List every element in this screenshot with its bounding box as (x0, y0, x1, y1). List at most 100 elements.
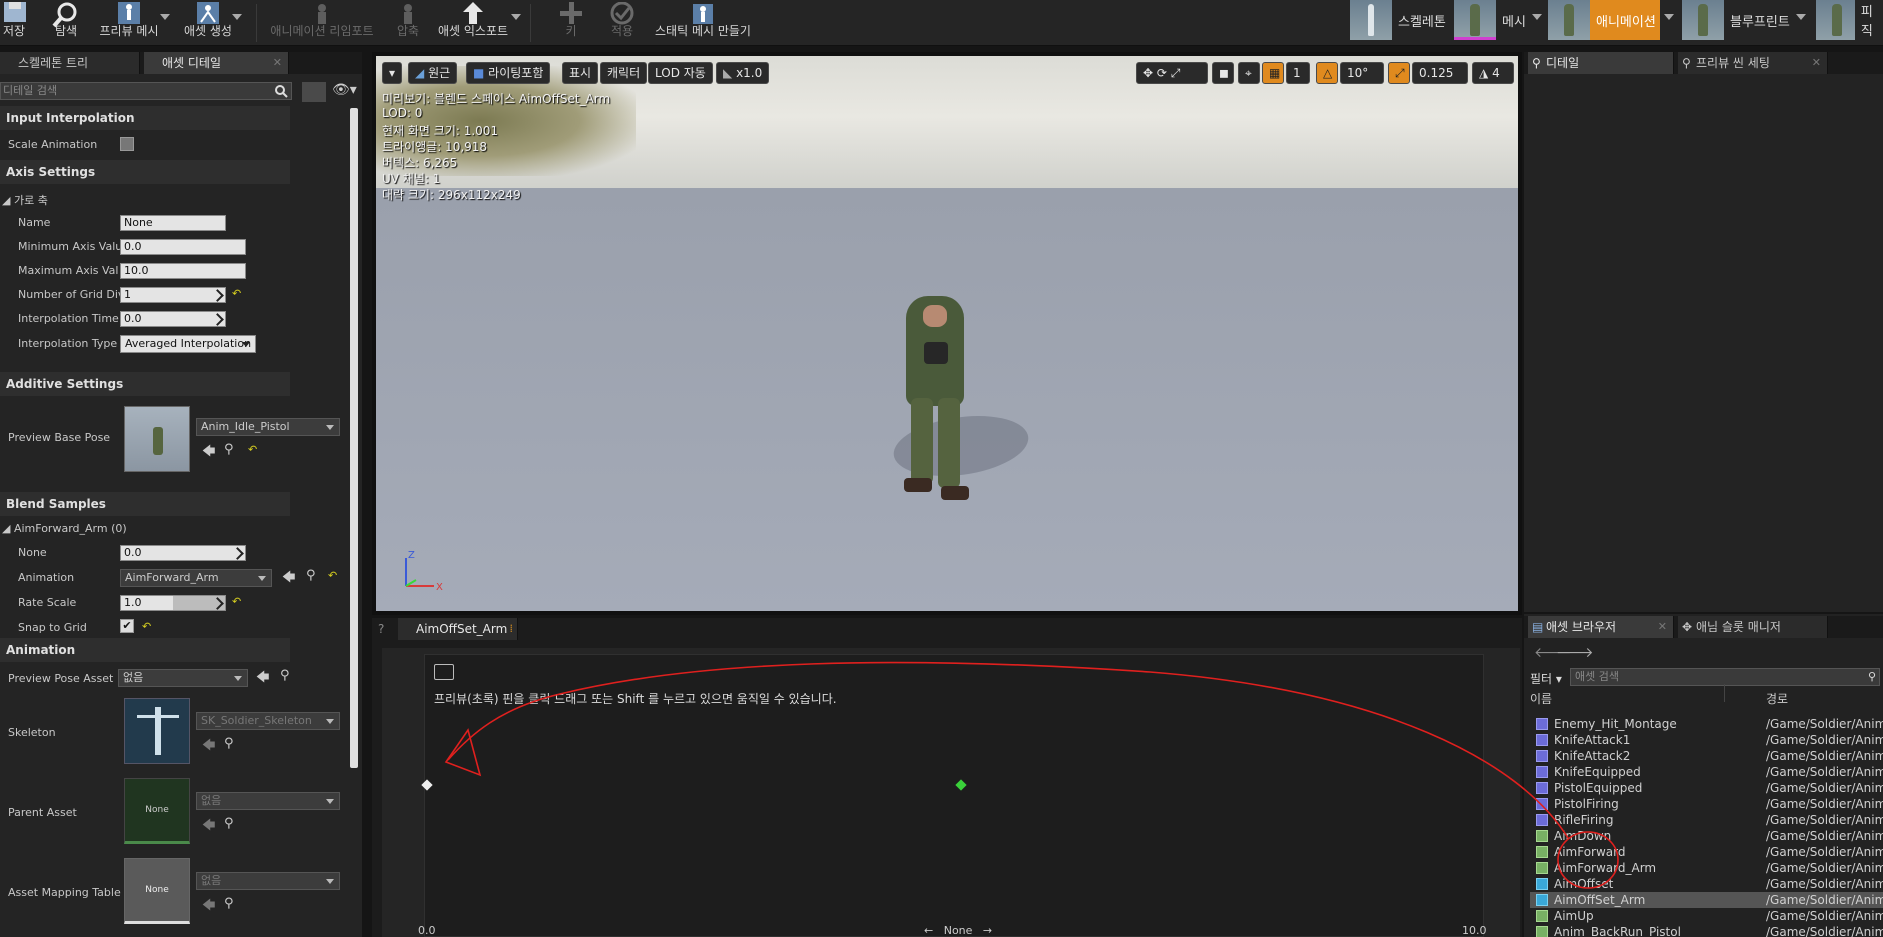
grid-snap-icon[interactable]: ▦ (1262, 62, 1284, 84)
base-pose-thumbnail[interactable] (124, 406, 190, 472)
mode-mesh-button[interactable]: 메시 (1454, 0, 1544, 40)
details-search-input[interactable]: 디테일 검색 (0, 82, 292, 100)
camera-speed-button[interactable]: ◮ 4 (1472, 62, 1514, 84)
compress-button[interactable]: 압축 (388, 0, 428, 46)
use-selected-arrow-icon[interactable]: 🡄 (202, 816, 215, 838)
lighting-mode-button[interactable]: ■ 라이팅포함 (466, 62, 551, 84)
filter-dropdown[interactable]: 필터 ▾ (1530, 670, 1562, 687)
tab-aimoffset-arm[interactable]: AimOffSet_Arm ⁞ (398, 618, 518, 640)
scale-snap-value[interactable]: 0.125 (1412, 62, 1468, 84)
use-selected-arrow-icon[interactable]: 🡄 (202, 736, 215, 758)
browse-asset-icon[interactable]: ⚲ (224, 736, 234, 751)
eye-visibility-icon[interactable]: 👁▾ (332, 82, 357, 98)
playback-speed-button[interactable]: ◣ x1.0 (716, 62, 770, 84)
viewport[interactable]: ▾ ◢ 원근 ■ 라이팅포함 표시 캐릭터 LOD 자동 ◣ x1.0 ✥ ⟳ … (376, 56, 1518, 611)
list-item[interactable]: Anim_BackRun_Pistol/Game/Soldier/Anima (1530, 924, 1883, 937)
parent-asset-dropdown[interactable]: 없음 (196, 792, 340, 810)
perspective-button[interactable]: ◢ 원근 (408, 62, 458, 84)
list-item[interactable]: AimForward/Game/Soldier/Anima (1530, 844, 1883, 860)
reset-default-icon[interactable]: ↶ (232, 288, 241, 299)
tab-anim-slot-manager[interactable]: ✥ 애님 슬롯 매니저 (1678, 616, 1828, 638)
tab-skeleton-tree[interactable]: 스켈레톤 트리 (0, 52, 140, 74)
list-item[interactable]: AimDown/Game/Soldier/Anima (1530, 828, 1883, 844)
snap-to-grid-checkbox[interactable]: ✔ (120, 619, 134, 633)
section-animation[interactable]: Animation (0, 638, 290, 662)
use-selected-arrow-icon[interactable]: 🡄 (282, 568, 295, 590)
export-asset-button[interactable]: 애셋 익스포트 (436, 0, 510, 46)
column-name-header[interactable]: 이름 (1530, 690, 1552, 707)
create-asset-button[interactable]: 애셋 생성 (180, 0, 236, 46)
reimport-button[interactable]: 애니메이션 리임포트 (270, 0, 374, 46)
help-icon[interactable]: ? (378, 622, 384, 636)
section-axis-settings[interactable]: Axis Settings (0, 160, 290, 184)
list-item[interactable]: KnifeAttack2/Game/Soldier/Anima (1530, 748, 1883, 764)
max-axis-field[interactable]: 10.0 (120, 263, 246, 279)
blueprint-dropdown-icon[interactable] (1796, 14, 1806, 20)
animation-dropdown-icon[interactable] (1664, 14, 1674, 20)
asset-mapping-thumbnail[interactable]: None (124, 858, 190, 924)
interp-time-field[interactable]: 0.0 (120, 311, 226, 327)
mode-skeleton-button[interactable]: 스켈레톤 (1350, 0, 1454, 40)
grid-size-button[interactable]: 1 (1286, 62, 1310, 84)
browse-button[interactable]: 탐색 (48, 0, 84, 46)
list-item[interactable]: KnifeAttack1/Game/Soldier/Anima (1530, 732, 1883, 748)
list-item[interactable]: RifleFiring/Game/Soldier/Anima (1530, 812, 1883, 828)
transform-tools-group[interactable]: ✥ ⟳ ⤢ (1136, 62, 1208, 84)
preview-pose-asset-dropdown[interactable]: 없음 (118, 669, 248, 687)
browse-asset-icon[interactable]: ⚲ (306, 568, 316, 583)
mode-blueprint-button[interactable]: 블루프린트 (1682, 0, 1808, 40)
browse-asset-icon[interactable]: ⚲ (224, 816, 234, 831)
asset-search-input[interactable]: 애셋 검색 ⚲ (1570, 668, 1880, 686)
create-asset-dropdown-icon[interactable] (232, 14, 242, 20)
tab-details[interactable]: ⚲ 디테일 (1528, 52, 1674, 74)
add-key-button[interactable]: 키 (555, 0, 587, 46)
mode-animation-button[interactable]: 애니메이션 (1548, 0, 1660, 40)
asset-mapping-dropdown[interactable]: 없음 (196, 872, 340, 890)
surface-snap-icon[interactable]: ⌖ (1238, 62, 1260, 84)
reset-default-icon[interactable]: ↶ (328, 570, 337, 581)
apply-button[interactable]: 적용 (604, 0, 640, 46)
list-item[interactable]: KnifeEquipped/Game/Soldier/Anima (1530, 764, 1883, 780)
rotation-snap-value[interactable]: 10° (1340, 62, 1384, 84)
grid-divisions-field[interactable]: 1 (120, 287, 226, 303)
local-world-icon[interactable]: ◼ (1212, 62, 1234, 84)
axis-name-field[interactable]: None (120, 215, 226, 231)
details-scrollbar[interactable] (350, 108, 358, 768)
rate-scale-field[interactable]: 1.0 (120, 595, 226, 611)
sample-group-header[interactable]: ◢ AimForward_Arm (0) (2, 522, 127, 535)
min-axis-field[interactable]: 0.0 (120, 239, 246, 255)
horizontal-axis-group[interactable]: ◢ 가로 축 (2, 192, 48, 208)
use-selected-arrow-icon[interactable]: 🡄 (256, 668, 269, 690)
reset-default-icon[interactable]: ↶ (232, 596, 241, 607)
parent-asset-thumbnail[interactable]: None (124, 778, 190, 844)
skeleton-thumbnail[interactable] (124, 698, 190, 764)
list-item[interactable]: AimUp/Game/Soldier/Anima (1530, 908, 1883, 924)
tab-asset-browser[interactable]: ▤ 애셋 브라우저 ✕ (1528, 616, 1674, 638)
list-item[interactable]: Enemy_Hit_Montage/Game/Soldier/Anima (1530, 716, 1883, 732)
section-blend-samples[interactable]: Blend Samples (0, 492, 290, 516)
scale-snap-icon[interactable]: ⤢ (1388, 62, 1410, 84)
browse-asset-icon[interactable]: ⚲ (224, 442, 234, 457)
reset-default-icon[interactable]: ↶ (142, 621, 151, 632)
mesh-dropdown-icon[interactable] (1532, 14, 1542, 20)
lod-auto-button[interactable]: LOD 자동 (648, 62, 713, 84)
skeleton-dropdown[interactable]: SK_Soldier_Skeleton (196, 712, 340, 730)
show-button[interactable]: 표시 (562, 62, 599, 84)
tooltip-toggle-icon[interactable] (434, 664, 454, 680)
section-input-interpolation[interactable]: Input Interpolation (0, 106, 290, 130)
preview-mesh-dropdown-icon[interactable] (160, 14, 170, 20)
close-tab-icon[interactable]: ✕ (273, 52, 282, 74)
column-path-header[interactable]: 경로 (1766, 690, 1788, 707)
interp-type-dropdown[interactable]: Averaged Interpolation (120, 335, 256, 353)
save-button[interactable]: 저장 (0, 0, 28, 46)
browse-asset-icon[interactable]: ⚲ (280, 668, 290, 683)
tab-preview-scene-settings[interactable]: ⚲ 프리뷰 씬 세팅 ✕ (1678, 52, 1828, 74)
use-selected-arrow-icon[interactable]: 🡄 (202, 896, 215, 918)
list-item-selected[interactable]: AimOffSet_Arm/Game/Soldier/Anima (1530, 892, 1883, 908)
preview-mesh-button[interactable]: 프리뷰 메시 (96, 0, 162, 46)
character-button[interactable]: 캐릭터 (600, 62, 648, 84)
viewport-options-dropdown[interactable]: ▾ (382, 62, 402, 84)
base-pose-dropdown[interactable]: Anim_Idle_Pistol (196, 418, 340, 436)
forward-arrow-icon[interactable]: 🡒 (1556, 644, 1594, 661)
export-dropdown-icon[interactable] (511, 14, 521, 20)
